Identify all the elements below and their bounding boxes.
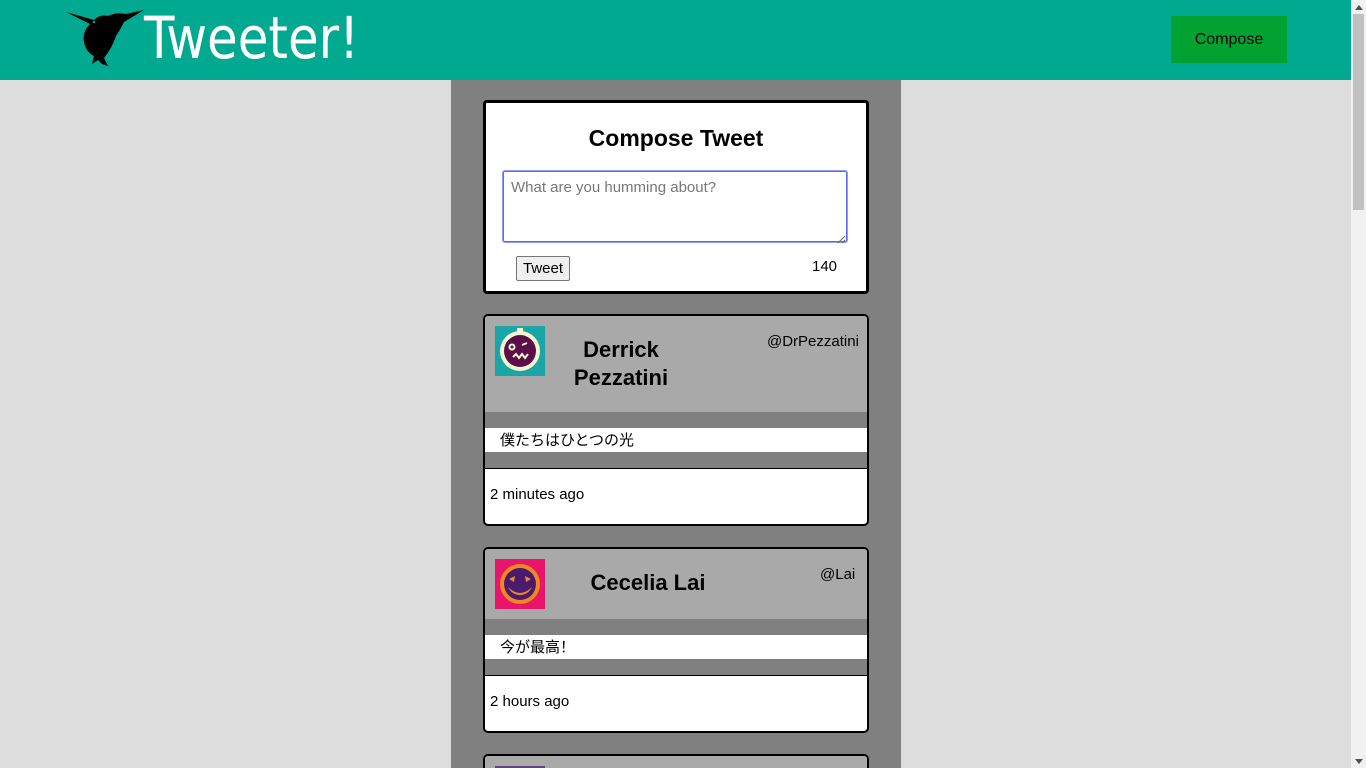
tweet-content-spacer xyxy=(485,659,867,675)
character-counter: 140 xyxy=(812,258,838,275)
tweet-timestamp: 2 hours ago xyxy=(490,693,570,710)
tweet-card: Derrick Pezzatini @DrPezzatini 僕たちはひとつの光… xyxy=(483,314,869,526)
resize-grip-icon[interactable] xyxy=(837,231,846,244)
tweet-content: 今が最高！ xyxy=(485,635,867,659)
monster-face-avatar-icon xyxy=(495,326,545,376)
compose-toggle-button[interactable]: Compose xyxy=(1171,16,1287,63)
compose-title: Compose Tweet xyxy=(588,125,764,151)
tweet-submit-button[interactable]: Tweet xyxy=(516,256,570,281)
tweet-header xyxy=(485,756,867,768)
top-navbar: Tweeter! Compose xyxy=(0,0,1351,80)
tweet-content-spacer xyxy=(485,452,867,468)
tweet-header: Derrick Pezzatini @DrPezzatini xyxy=(485,316,867,412)
brand-title[interactable]: Tweeter! xyxy=(144,2,359,74)
tweet-content-spacer xyxy=(485,619,867,635)
compose-tweet-panel: Compose Tweet Tweet 140 xyxy=(483,100,869,294)
tweet-author-name: Cecelia Lai xyxy=(590,570,706,595)
tweet-card: Cecelia Lai @Lai 今が最高！ 2 hours ago xyxy=(483,547,869,733)
hummingbird-icon xyxy=(64,8,146,68)
tweet-author-handle: @DrPezzatini xyxy=(767,333,859,350)
tweet-card xyxy=(483,754,869,768)
tweet-content: 僕たちはひとつの光 xyxy=(485,428,867,452)
tweet-footer-divider xyxy=(485,675,867,676)
scrollbar-thumb[interactable] xyxy=(1353,14,1364,210)
pumpkin-face-avatar-icon xyxy=(495,559,545,609)
page-scrollbar[interactable] xyxy=(1351,0,1366,768)
tweet-timestamp: 2 minutes ago xyxy=(490,486,585,503)
scroll-up-arrow-icon[interactable] xyxy=(1351,0,1366,14)
tweet-author-name: Derrick Pezzatini xyxy=(573,337,669,390)
tweet-text-input[interactable] xyxy=(502,170,848,243)
tweet-header: Cecelia Lai @Lai xyxy=(485,549,867,619)
scroll-down-arrow-icon[interactable] xyxy=(1351,754,1366,768)
tweet-author-handle: @Lai xyxy=(820,566,856,583)
tweet-footer-divider xyxy=(485,468,867,469)
tweet-content-spacer xyxy=(485,412,867,428)
